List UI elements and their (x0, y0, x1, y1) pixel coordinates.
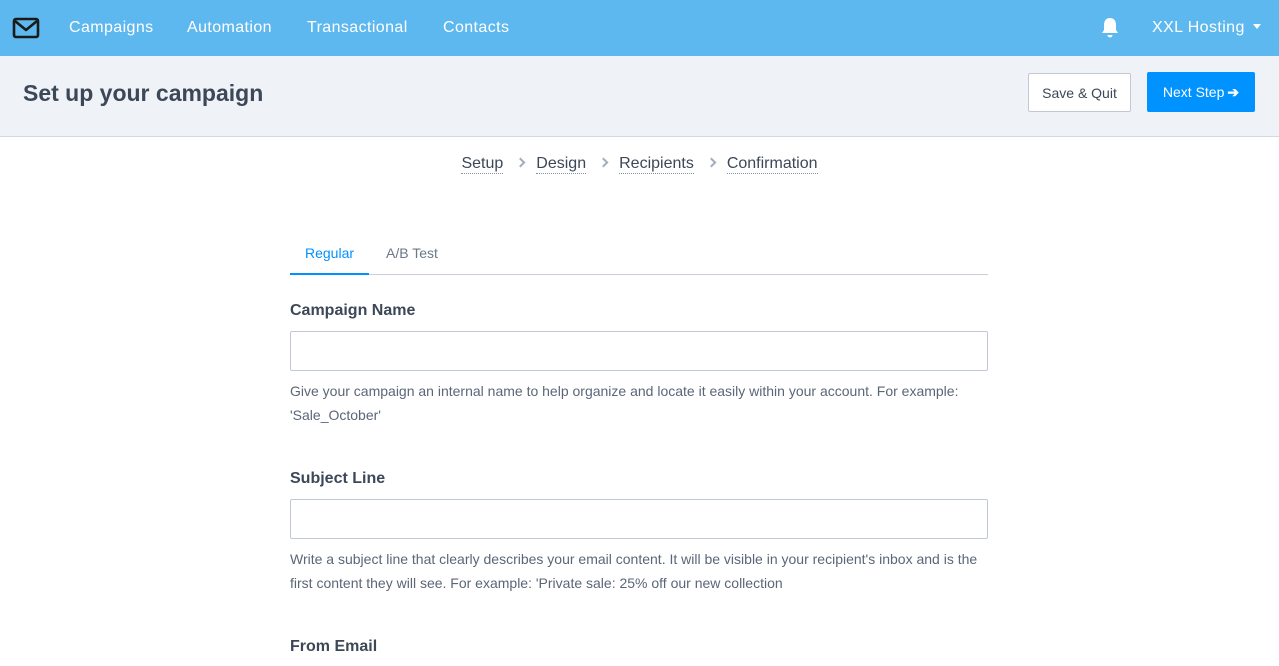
arrow-right-icon: ➔ (1227, 83, 1240, 100)
bell-icon[interactable] (1099, 16, 1121, 40)
step-design[interactable]: Design (536, 155, 587, 174)
account-menu[interactable]: XXL Hosting (1152, 0, 1261, 56)
campaign-name-input[interactable] (290, 331, 988, 371)
next-step-label: Next Step (1162, 83, 1225, 100)
page-title: Set up your campaign (23, 80, 264, 106)
campaign-name-help: Give your campaign an internal name to h… (290, 383, 959, 423)
campaign-name-label: Campaign Name (290, 302, 416, 319)
nav-contacts[interactable]: Contacts (443, 0, 509, 56)
step-recipients[interactable]: Recipients (619, 155, 694, 174)
chevron-right-icon (706, 157, 717, 168)
tab-regular[interactable]: Regular (290, 235, 369, 275)
account-name: XXL Hosting (1152, 19, 1245, 36)
page-header: Set up your campaign Save & Quit Next St… (0, 56, 1279, 137)
nav-campaigns[interactable]: Campaigns (69, 0, 154, 56)
step-confirmation[interactable]: Confirmation (726, 155, 818, 174)
subject-line-label: Subject Line (290, 470, 386, 487)
campaign-type-tabs: Regular A/B Test (290, 235, 988, 275)
save-quit-button[interactable]: Save & Quit (1028, 73, 1131, 112)
chevron-right-icon (515, 157, 526, 168)
subject-line-input[interactable] (290, 499, 988, 539)
nav-transactional[interactable]: Transactional (307, 0, 408, 56)
next-step-button[interactable]: Next Step ➔ (1147, 72, 1255, 112)
chevron-right-icon (598, 157, 609, 168)
mail-logo-icon[interactable] (12, 14, 40, 42)
tab-ab-test[interactable]: A/B Test (377, 235, 447, 275)
step-setup[interactable]: Setup (461, 155, 504, 174)
from-email-label: From Email (290, 638, 378, 655)
wizard-steps: Setup Design Recipients Confirmation (0, 155, 1279, 174)
nav-automation[interactable]: Automation (187, 0, 272, 56)
caret-down-icon (1252, 24, 1261, 30)
subject-line-help: Write a subject line that clearly descri… (290, 551, 978, 591)
top-navbar: Campaigns Automation Transactional Conta… (0, 0, 1279, 56)
